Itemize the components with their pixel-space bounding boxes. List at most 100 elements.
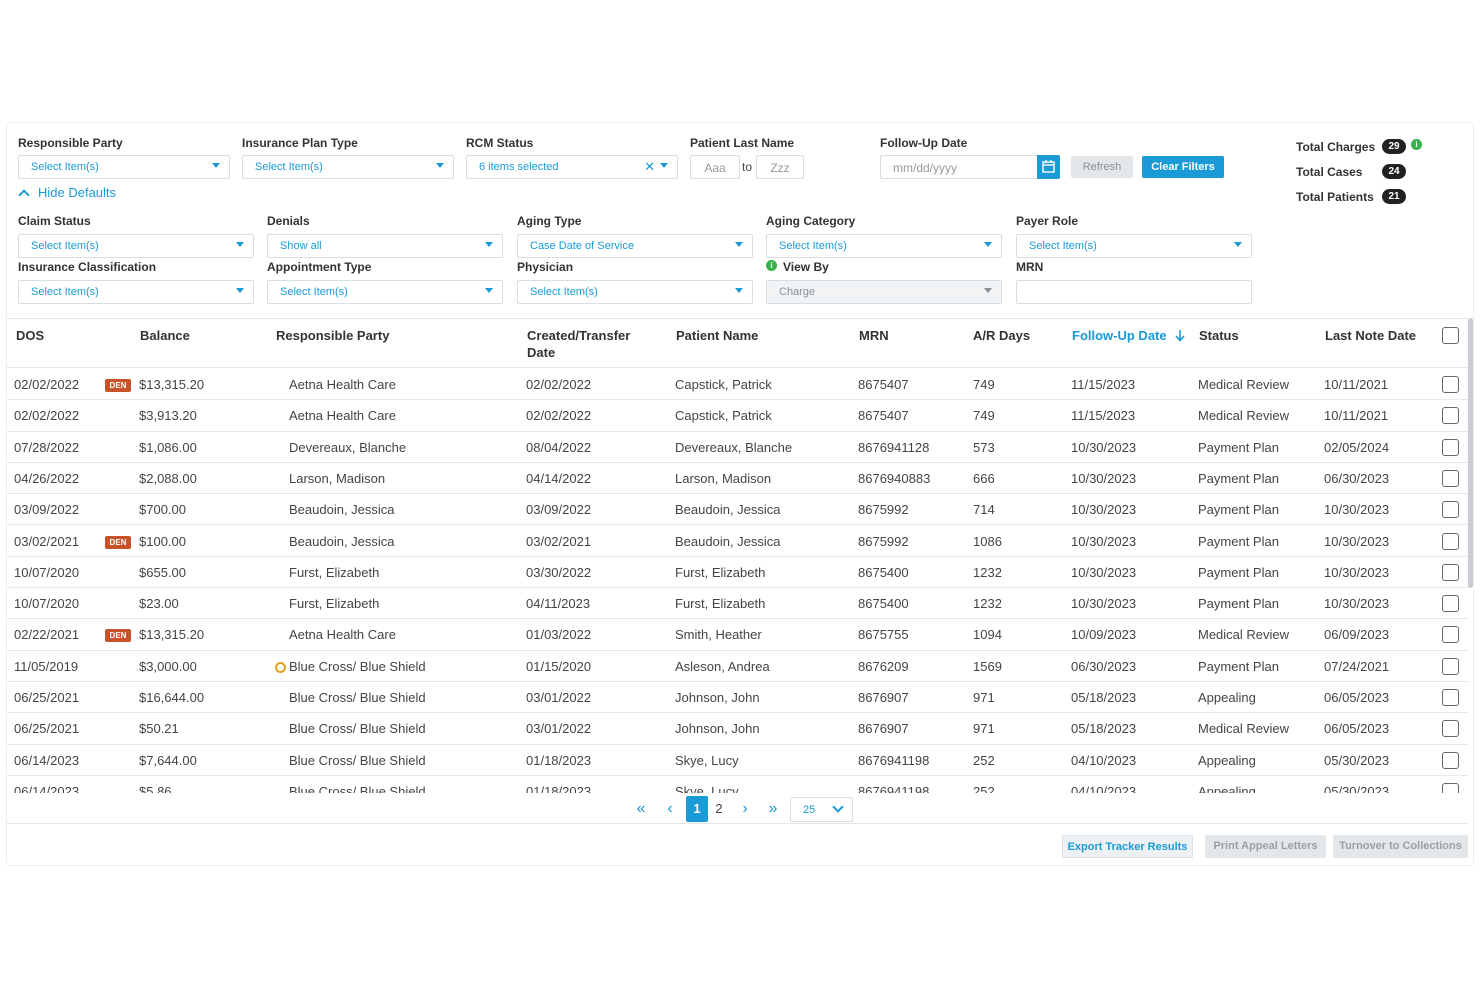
hide-defaults-toggle[interactable]: Hide Defaults: [18, 185, 116, 201]
last-name-from-input[interactable]: Aaa: [690, 155, 740, 179]
aging-category-select[interactable]: Select Item(s): [766, 234, 1002, 258]
row-checkbox[interactable]: [1442, 720, 1459, 738]
cell-last-note: 10/11/2021: [1324, 377, 1389, 392]
mrn-input[interactable]: [1016, 280, 1252, 304]
next-page-button[interactable]: ›: [735, 796, 755, 822]
cell-dos: 02/22/2021: [14, 627, 80, 643]
table-row[interactable]: 02/22/2021 $13,315.20 Aetna Health Care 01/…: [6, 619, 1468, 651]
col-status[interactable]: Status: [1199, 327, 1239, 344]
rcm-status-select[interactable]: 6 items selected ✕: [466, 155, 678, 179]
table-row[interactable]: 06/14/2023 $5.86 Blue Cross/ Blue Shield 01…: [6, 776, 1468, 793]
col-last-note-date[interactable]: Last Note Date: [1325, 327, 1416, 344]
col-dos[interactable]: DOS: [16, 327, 44, 344]
table-row[interactable]: 02/02/2022 $3,913.20 Aetna Health Care 02/0…: [6, 400, 1468, 432]
table-row[interactable]: 06/14/2023 $7,644.00 Blue Cross/ Blue Shie…: [6, 745, 1468, 776]
cell-ar-days: 573: [973, 439, 995, 455]
col-patient-name[interactable]: Patient Name: [676, 327, 758, 344]
table-row[interactable]: 10/07/2020 $23.00 Furst, Elizabeth 04/11/20…: [6, 588, 1468, 620]
aging-category-label: Aging Category: [766, 214, 856, 228]
denials-select[interactable]: Show all: [267, 234, 503, 258]
table-scrollbar[interactable]: [1468, 318, 1473, 588]
last-page-button[interactable]: »: [761, 796, 785, 822]
turnover-to-collections-button[interactable]: Turnover to Collections: [1333, 835, 1468, 858]
cell-follow-up: 05/18/2023: [1071, 690, 1137, 705]
table-row[interactable]: 06/25/2021 $50.21 Blue Cross/ Blue Shield 0…: [6, 713, 1468, 745]
caret-down-icon: [660, 163, 668, 168]
row-checkbox[interactable]: [1442, 532, 1459, 550]
total-patients-badge: 21: [1382, 189, 1406, 204]
info-icon[interactable]: i: [766, 260, 777, 271]
cell-mrn: 8676940883: [858, 470, 931, 486]
clear-selection-icon[interactable]: ✕: [644, 159, 655, 175]
appointment-type-select[interactable]: Select Item(s): [267, 280, 503, 304]
page-2-button[interactable]: 2: [709, 796, 729, 822]
page-1-button[interactable]: 1: [686, 796, 708, 822]
cell-patient: Asleson, Andrea: [675, 658, 770, 674]
table-row[interactable]: 11/05/2019 $3,000.00 Blue Cross/ Blue Shie…: [6, 651, 1468, 682]
print-appeal-letters-button[interactable]: Print Appeal Letters: [1205, 835, 1326, 858]
cell-party: Blue Cross/ Blue Shield: [289, 658, 426, 674]
cell-last-note: 10/11/2021: [1324, 408, 1389, 424]
cell-patient: Beaudoin, Jessica: [675, 502, 781, 518]
insurance-plan-type-value: Select Item(s): [255, 161, 323, 173]
physician-select[interactable]: Select Item(s): [517, 280, 753, 304]
calendar-button[interactable]: [1037, 155, 1060, 179]
table-row[interactable]: 07/28/2022 $1,086.00 Devereaux, Blanche 08/…: [6, 432, 1468, 463]
row-checkbox[interactable]: [1442, 563, 1459, 581]
payer-role-select[interactable]: Select Item(s): [1016, 234, 1252, 258]
table-row[interactable]: 10/07/2020 $655.00 Furst, Elizabeth 03/30/2…: [6, 557, 1468, 589]
cell-dos: 11/05/2019: [14, 658, 79, 674]
cell-dos: 06/14/2023: [14, 783, 80, 793]
row-checkbox[interactable]: [1442, 501, 1459, 519]
row-checkbox[interactable]: [1442, 782, 1459, 793]
insurance-plan-type-select[interactable]: Select Item(s): [242, 155, 454, 179]
row-checkbox[interactable]: [1442, 689, 1459, 706]
cell-mrn: 8676907: [858, 690, 909, 705]
row-checkbox[interactable]: [1442, 469, 1459, 487]
insurance-classification-select[interactable]: Select Item(s): [18, 280, 254, 304]
select-all-checkbox[interactable]: [1442, 327, 1459, 344]
denied-badge: DEN: [105, 535, 131, 549]
row-checkbox[interactable]: [1442, 376, 1459, 393]
aging-type-select[interactable]: Case Date of Service: [517, 234, 753, 258]
insurance-classification-label: Insurance Classification: [18, 260, 157, 274]
cell-balance: $16,644.00: [139, 690, 205, 705]
table-row[interactable]: 06/25/2021 $16,644.00 Blue Cross/ Blue Shi…: [6, 682, 1468, 714]
chevron-up-icon: [18, 189, 30, 201]
aging-category-value: Select Item(s): [779, 240, 847, 252]
last-name-to-input[interactable]: Zzz: [756, 155, 804, 179]
table-row[interactable]: 04/26/2022 $2,088.00 Larson, Madison 04/14/…: [6, 463, 1468, 495]
clear-filters-button[interactable]: Clear Filters: [1142, 156, 1224, 178]
col-mrn[interactable]: MRN: [859, 327, 889, 344]
cell-dos: 03/09/2022: [14, 502, 80, 518]
cell-status: Appealing: [1198, 752, 1256, 768]
claim-status-select[interactable]: Select Item(s): [18, 234, 254, 258]
cell-follow-up: 10/30/2023: [1071, 470, 1137, 486]
refresh-button[interactable]: Refresh: [1071, 156, 1133, 178]
col-responsible-party[interactable]: Responsible Party: [276, 327, 389, 344]
first-page-button[interactable]: «: [629, 796, 653, 822]
col-follow-up-date[interactable]: Follow-Up Date: [1072, 327, 1186, 344]
row-checkbox[interactable]: [1442, 626, 1459, 644]
follow-up-date-input[interactable]: mm/dd/yyyy: [880, 155, 1038, 179]
col-ar-days[interactable]: A/R Days: [973, 327, 1030, 344]
cell-dos: 06/14/2023: [14, 752, 80, 768]
info-icon[interactable]: i: [1411, 139, 1422, 150]
table-row[interactable]: 03/02/2021 $100.00 Beaudoin, Jessica 03/02/…: [6, 526, 1468, 557]
table-row[interactable]: 02/02/2022 $13,315.20 Aetna Health Care 02/…: [6, 369, 1468, 401]
col-created-transfer-date[interactable]: Created/Transfer Date: [527, 327, 647, 361]
col-balance[interactable]: Balance: [140, 327, 190, 344]
row-checkbox[interactable]: [1442, 438, 1459, 456]
table-row[interactable]: 03/09/2022 $700.00 Beaudoin, Jessica 03/09/…: [6, 494, 1468, 526]
export-tracker-results-button[interactable]: Export Tracker Results: [1062, 835, 1193, 858]
page-size-select[interactable]: 25: [790, 797, 853, 822]
view-by-select[interactable]: Charge: [766, 280, 1002, 304]
divider: [6, 823, 1468, 824]
row-checkbox[interactable]: [1442, 657, 1459, 675]
prev-page-button[interactable]: ‹: [660, 796, 680, 822]
cell-ar-days: 1569: [973, 658, 1002, 674]
row-checkbox[interactable]: [1442, 751, 1459, 769]
responsible-party-select[interactable]: Select Item(s): [18, 155, 230, 179]
row-checkbox[interactable]: [1442, 595, 1459, 613]
row-checkbox[interactable]: [1442, 407, 1459, 425]
